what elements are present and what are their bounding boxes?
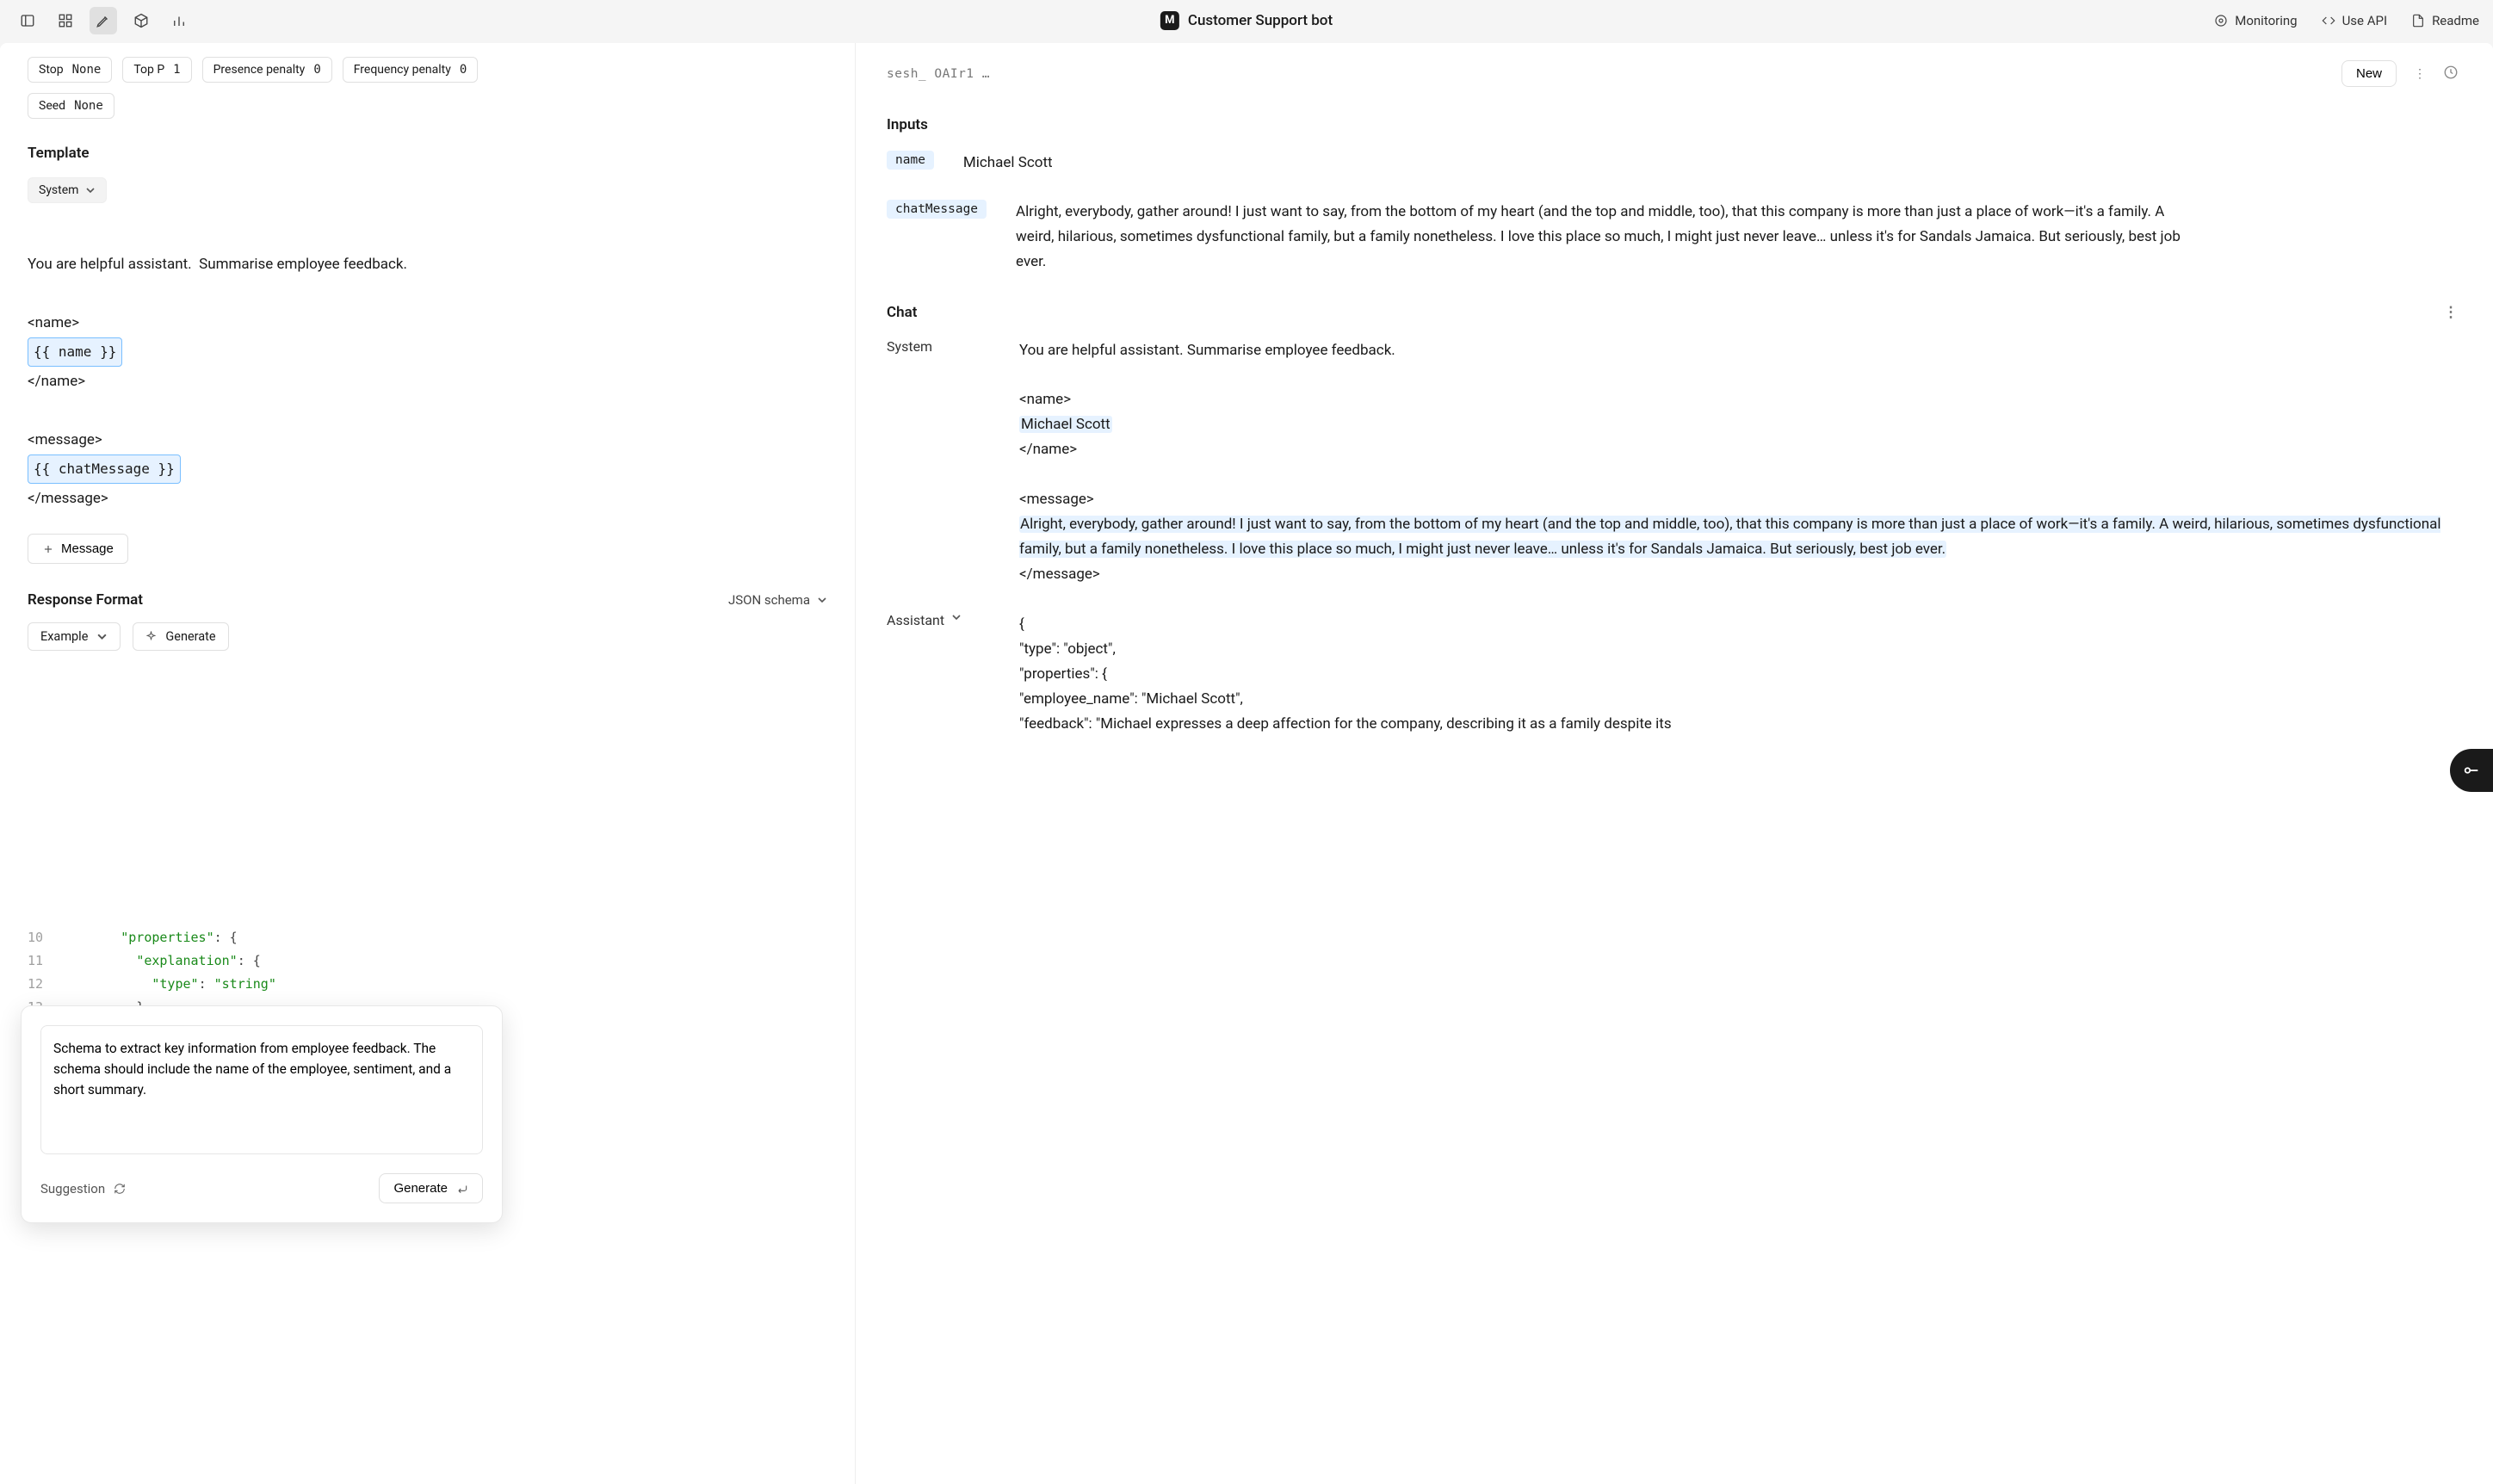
example-dropdown[interactable]: Example bbox=[28, 622, 121, 651]
chat-assistant-row: Assistant { "type": "object", "propertie… bbox=[887, 612, 2462, 736]
role-assistant[interactable]: Assistant bbox=[887, 612, 990, 736]
chevron-down-icon bbox=[96, 631, 108, 642]
suggestion-refresh[interactable]: Suggestion bbox=[40, 1181, 126, 1196]
plus-icon bbox=[42, 543, 54, 555]
readme-link[interactable]: Readme bbox=[2411, 13, 2479, 28]
page-title-text: Customer Support bot bbox=[1188, 12, 1333, 29]
sidebar-toggle-icon[interactable] bbox=[14, 7, 41, 34]
inputs-heading: Inputs bbox=[887, 116, 2462, 133]
right-panel: sesh_ OAIr1 … New ⋮ Inputs name Michael … bbox=[856, 43, 2493, 1484]
use-api-link[interactable]: Use API bbox=[2322, 13, 2387, 28]
response-format-selector[interactable]: JSON schema bbox=[728, 592, 827, 608]
variable-name[interactable]: {{ name }} bbox=[28, 337, 122, 367]
schema-description-input[interactable] bbox=[40, 1025, 483, 1154]
role-selector[interactable]: System bbox=[28, 177, 107, 203]
grid-icon[interactable] bbox=[52, 7, 79, 34]
monitoring-link[interactable]: Monitoring bbox=[2214, 13, 2297, 28]
refresh-icon bbox=[114, 1183, 126, 1195]
template-body[interactable]: You are helpful assistant. Summarise emp… bbox=[28, 220, 827, 513]
chat-system-body[interactable]: You are helpful assistant. Summarise emp… bbox=[1019, 338, 2462, 587]
floating-action-button[interactable] bbox=[2450, 749, 2493, 792]
chart-icon[interactable] bbox=[165, 7, 193, 34]
popover-generate-button[interactable]: Generate bbox=[379, 1173, 483, 1203]
input-chatmessage-row: chatMessage Alright, everybody, gather a… bbox=[887, 200, 2195, 275]
param-top-p[interactable]: Top P 1 bbox=[122, 57, 191, 83]
role-system: System bbox=[887, 338, 990, 587]
left-panel: Stop None Top P 1 Presence penalty 0 Fre… bbox=[0, 43, 856, 1484]
chat-assistant-body[interactable]: { "type": "object", "properties": { "emp… bbox=[1019, 612, 1672, 736]
param-seed[interactable]: Seed None bbox=[28, 93, 114, 119]
variable-chatmessage[interactable]: {{ chatMessage }} bbox=[28, 454, 181, 484]
param-stop[interactable]: Stop None bbox=[28, 57, 112, 83]
top-right-links: Monitoring Use API Readme bbox=[2214, 13, 2479, 28]
chat-menu-icon[interactable]: ⋮ bbox=[2440, 304, 2462, 321]
edit-icon[interactable] bbox=[90, 7, 117, 34]
input-value-chatmessage[interactable]: Alright, everybody, gather around! I jus… bbox=[1016, 200, 2195, 275]
param-presence-penalty[interactable]: Presence penalty 0 bbox=[202, 57, 332, 83]
settings-slider-icon bbox=[2462, 761, 2481, 780]
schema-suggestion-popover: Suggestion Generate bbox=[21, 1005, 503, 1223]
add-message-button[interactable]: Message bbox=[28, 534, 128, 564]
generate-schema-button[interactable]: Generate bbox=[133, 622, 228, 651]
input-key-name: name bbox=[887, 151, 934, 170]
page-title: M Customer Support bot bbox=[1160, 11, 1333, 30]
new-session-button[interactable]: New bbox=[2341, 60, 2397, 87]
param-frequency-penalty[interactable]: Frequency penalty 0 bbox=[343, 57, 479, 83]
chevron-down-icon bbox=[85, 185, 96, 195]
response-format-heading: Response Format bbox=[28, 591, 143, 609]
chevron-down-icon bbox=[951, 612, 962, 622]
return-icon bbox=[456, 1183, 468, 1195]
session-id[interactable]: sesh_ OAIr1 … bbox=[887, 67, 990, 81]
session-menu-icon[interactable]: ⋮ bbox=[2409, 67, 2431, 81]
generation-params: Stop None Top P 1 Presence penalty 0 Fre… bbox=[28, 57, 827, 83]
app-logo-icon: M bbox=[1160, 11, 1179, 30]
chevron-down-icon bbox=[817, 595, 827, 605]
input-name-row: name Michael Scott bbox=[887, 151, 2462, 176]
input-key-chatmessage: chatMessage bbox=[887, 200, 987, 219]
input-value-name[interactable]: Michael Scott bbox=[963, 151, 1053, 176]
response-format-row: Response Format JSON schema bbox=[28, 591, 827, 609]
cube-icon[interactable] bbox=[127, 7, 155, 34]
top-bar: M Customer Support bot Monitoring Use AP… bbox=[0, 0, 2493, 41]
template-heading: Template bbox=[28, 145, 827, 162]
chat-heading: Chat ⋮ bbox=[887, 304, 2462, 321]
sparkle-icon bbox=[145, 631, 157, 642]
chat-system-row: System You are helpful assistant. Summar… bbox=[887, 338, 2462, 587]
history-icon[interactable] bbox=[2443, 65, 2462, 83]
top-left-tools bbox=[14, 7, 193, 34]
